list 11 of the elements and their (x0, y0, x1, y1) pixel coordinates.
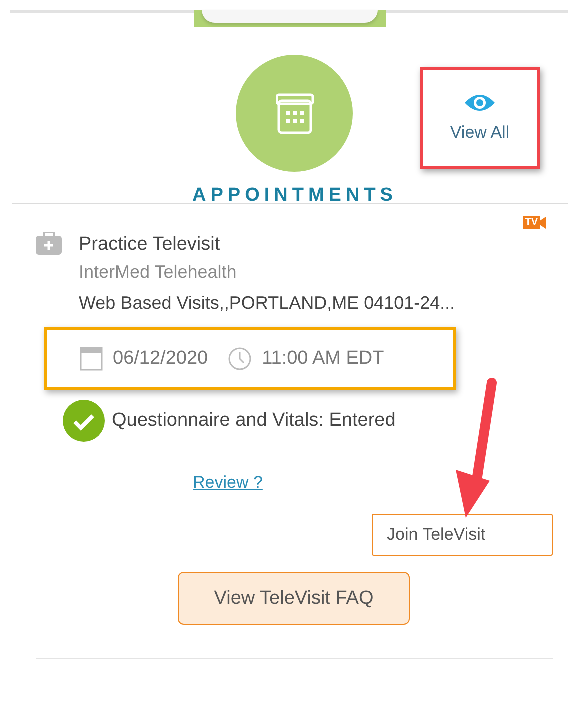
section-title: APPOINTMENTS (192, 185, 398, 207)
view-all-button[interactable]: View All (420, 67, 540, 169)
appointment-title: Practice Televisit (79, 233, 222, 257)
review-link[interactable]: Review ? (193, 473, 263, 493)
provider-name: InterMed Telehealth (79, 261, 238, 284)
appointment-date: 06/12/2020 (113, 348, 208, 370)
faq-button[interactable]: View TeleVisit FAQ (178, 572, 410, 625)
appointment-time: 11:00 AM EDT (262, 348, 384, 370)
status-text: Questionnaire and Vitals: Entered (112, 410, 396, 432)
appointment-address: Web Based Visits,,PORTLAND,ME 04101-24... (79, 292, 456, 315)
join-televisit-button[interactable]: Join TeleVisit (372, 514, 553, 556)
